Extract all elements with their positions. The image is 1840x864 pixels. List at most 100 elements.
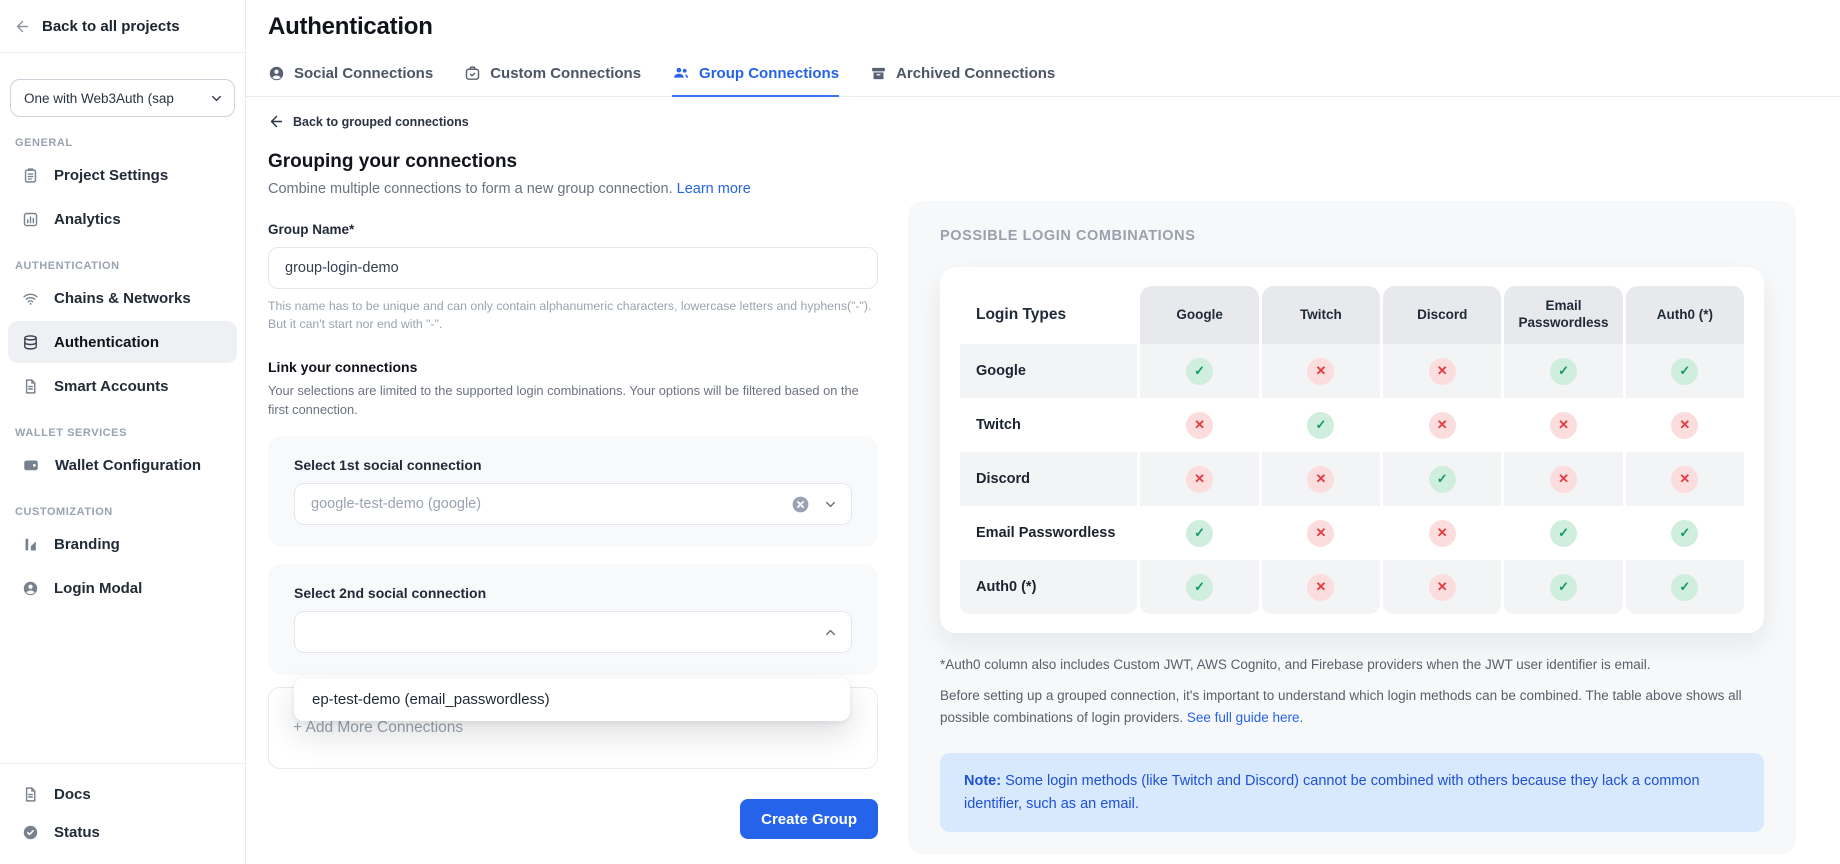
sidebar-item-label: Login Modal bbox=[54, 580, 142, 597]
table-cell: ✕ bbox=[1383, 344, 1501, 398]
table-cell: ✓ bbox=[1504, 560, 1622, 614]
clear-selection-icon[interactable] bbox=[791, 495, 810, 514]
x-icon: ✕ bbox=[1186, 466, 1213, 493]
arrow-left-icon bbox=[14, 18, 31, 35]
check-icon: ✓ bbox=[1671, 520, 1698, 547]
sidebar-item-label: Branding bbox=[54, 536, 120, 553]
tab-group-connections[interactable]: Group Connections bbox=[672, 64, 839, 97]
connection-dropdown: ep-test-demo (email_passwordless) bbox=[294, 678, 850, 721]
check-icon: ✓ bbox=[1429, 466, 1456, 493]
check-icon: ✓ bbox=[1550, 520, 1577, 547]
note-label: Note: bbox=[964, 773, 1001, 789]
users-group-icon bbox=[672, 64, 690, 82]
sidebar-nav: GENERAL Project Settings Analytics AUTHE… bbox=[0, 117, 245, 611]
learn-more-link[interactable]: Learn more bbox=[677, 181, 751, 197]
sidebar-item-docs[interactable]: Docs bbox=[8, 776, 237, 812]
tab-label: Custom Connections bbox=[490, 65, 641, 82]
sidebar-item-wallet-configuration[interactable]: Wallet Configuration bbox=[8, 444, 237, 486]
table-row-label-auth0: Auth0 (*) bbox=[960, 560, 1137, 614]
archive-icon bbox=[870, 65, 887, 82]
file-icon bbox=[22, 378, 39, 395]
table-cell: ✕ bbox=[1626, 452, 1744, 506]
table-cell: ✕ bbox=[1383, 506, 1501, 560]
table-cell: ✓ bbox=[1140, 506, 1258, 560]
brush-icon bbox=[22, 536, 39, 553]
back-link-label: Back to grouped connections bbox=[293, 115, 469, 129]
sidebar-item-chains-networks[interactable]: Chains & Networks bbox=[8, 277, 237, 319]
table-cell: ✕ bbox=[1383, 398, 1501, 452]
sidebar-item-branding[interactable]: Branding bbox=[8, 523, 237, 565]
check-icon: ✓ bbox=[1671, 358, 1698, 385]
see-full-guide-link[interactable]: See full guide here. bbox=[1187, 710, 1303, 725]
chevron-down-icon bbox=[209, 91, 224, 106]
sidebar-spacer bbox=[0, 611, 245, 763]
sidebar-item-label: Analytics bbox=[54, 211, 121, 228]
x-icon: ✕ bbox=[1671, 412, 1698, 439]
add-more-connections-button[interactable]: + Add More Connections bbox=[293, 719, 463, 737]
auth0-footnote: *Auth0 column also includes Custom JWT, … bbox=[940, 657, 1764, 672]
connection-card-1: Select 1st social connection google-test… bbox=[268, 436, 878, 547]
group-name-input[interactable] bbox=[268, 247, 878, 289]
x-icon: ✕ bbox=[1550, 412, 1577, 439]
table-cell: ✕ bbox=[1262, 344, 1380, 398]
create-group-button[interactable]: Create Group bbox=[740, 799, 878, 839]
table-cell: ✕ bbox=[1383, 560, 1501, 614]
section-subheading: Combine multiple connections to form a n… bbox=[268, 181, 878, 197]
sidebar-item-status[interactable]: Status bbox=[8, 814, 237, 850]
table-cell: ✓ bbox=[1504, 506, 1622, 560]
sidebar-section-label: AUTHENTICATION bbox=[0, 260, 245, 272]
sidebar-section-general: GENERAL Project Settings Analytics bbox=[0, 137, 245, 240]
person-circle-icon bbox=[268, 65, 285, 82]
sidebar-header: Back to all projects bbox=[0, 0, 245, 53]
database-icon bbox=[22, 334, 39, 351]
check-icon: ✓ bbox=[1550, 574, 1577, 601]
x-icon: ✕ bbox=[1429, 520, 1456, 547]
table-cell: ✓ bbox=[1383, 452, 1501, 506]
select-1st-connection[interactable]: google-test-demo (google) bbox=[294, 483, 852, 525]
guide-text: Before setting up a grouped connection, … bbox=[940, 688, 1742, 725]
sidebar-item-label: Smart Accounts bbox=[54, 378, 168, 395]
badge-check-icon bbox=[464, 65, 481, 82]
table-header-google: Google bbox=[1140, 286, 1258, 344]
table-row-label-email-passwordless: Email Passwordless bbox=[960, 506, 1137, 560]
sidebar-item-analytics[interactable]: Analytics bbox=[8, 198, 237, 240]
chevron-up-icon bbox=[823, 625, 838, 640]
sidebar-item-project-settings[interactable]: Project Settings bbox=[8, 154, 237, 196]
select-2nd-connection[interactable] bbox=[294, 611, 852, 653]
wallet-icon bbox=[22, 456, 40, 474]
tab-label: Group Connections bbox=[699, 65, 839, 82]
table-row-label-google: Google bbox=[960, 344, 1137, 398]
guide-paragraph: Before setting up a grouped connection, … bbox=[940, 685, 1764, 728]
back-to-grouped-connections-link[interactable]: Back to grouped connections bbox=[268, 113, 878, 130]
group-connection-form: Back to grouped connections Grouping you… bbox=[246, 97, 908, 864]
table-cell: ✕ bbox=[1262, 560, 1380, 614]
tab-label: Social Connections bbox=[294, 65, 433, 82]
sidebar-section-label: CUSTOMIZATION bbox=[0, 506, 245, 518]
x-icon: ✕ bbox=[1307, 466, 1334, 493]
select-1st-connection-label: Select 1st social connection bbox=[294, 457, 852, 473]
sidebar-item-login-modal[interactable]: Login Modal bbox=[8, 567, 237, 609]
table-header-auth0: Auth0 (*) bbox=[1626, 286, 1744, 344]
table-cell: ✓ bbox=[1626, 344, 1744, 398]
dropdown-option-ep-test-demo-email-passwordless[interactable]: ep-test-demo (email_passwordless) bbox=[294, 678, 850, 721]
check-icon: ✓ bbox=[1186, 358, 1213, 385]
table-cell: ✕ bbox=[1504, 452, 1622, 506]
person-circle-icon bbox=[22, 580, 39, 597]
sidebar-item-authentication[interactable]: Authentication bbox=[8, 321, 237, 363]
tab-label: Archived Connections bbox=[896, 65, 1055, 82]
group-name-help: This name has to be unique and can only … bbox=[268, 297, 878, 334]
x-icon: ✕ bbox=[1307, 574, 1334, 601]
sidebar-item-smart-accounts[interactable]: Smart Accounts bbox=[8, 365, 237, 407]
tab-social-connections[interactable]: Social Connections bbox=[268, 64, 433, 97]
project-selector[interactable]: One with Web3Auth (sap bbox=[10, 79, 235, 117]
x-icon: ✕ bbox=[1307, 520, 1334, 547]
tab-archived-connections[interactable]: Archived Connections bbox=[870, 64, 1055, 97]
sidebar: Back to all projects One with Web3Auth (… bbox=[0, 0, 246, 864]
table-header-login-types: Login Types bbox=[960, 286, 1137, 344]
back-to-projects-button[interactable]: Back to all projects bbox=[14, 18, 180, 35]
tab-custom-connections[interactable]: Custom Connections bbox=[464, 64, 641, 97]
sidebar-item-label: Project Settings bbox=[54, 167, 168, 184]
x-icon: ✕ bbox=[1550, 466, 1577, 493]
note-text: Some login methods (like Twitch and Disc… bbox=[964, 773, 1700, 811]
select-1st-connection-value: google-test-demo (google) bbox=[311, 496, 481, 512]
